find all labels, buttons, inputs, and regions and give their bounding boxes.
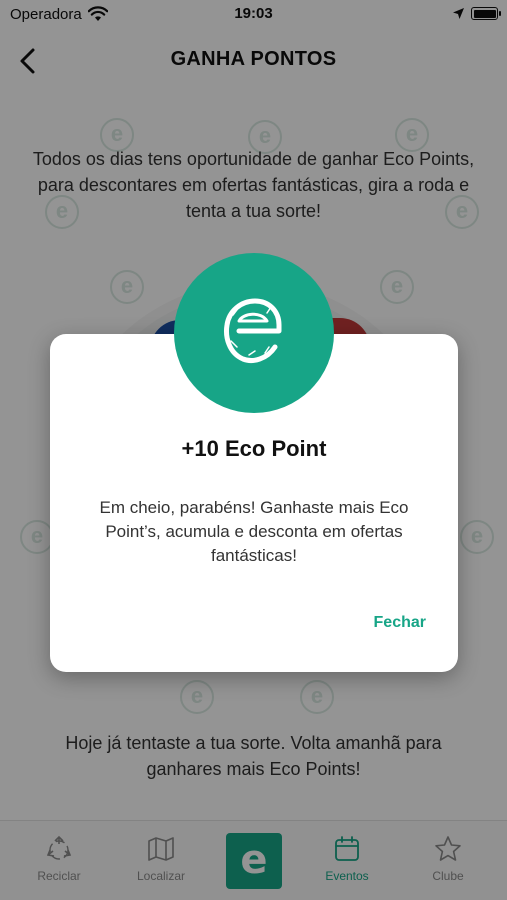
- app-screen: Operadora 19:03 GANHA PONTOS e e e e e e…: [0, 0, 507, 900]
- eco-logo-icon: [224, 298, 282, 363]
- reward-badge: [174, 253, 334, 413]
- dialog-title: +10 Eco Point: [181, 436, 327, 461]
- close-button[interactable]: Fechar: [374, 614, 426, 632]
- dialog-message: Em cheio, parabéns! Ganhaste mais Eco Po…: [99, 498, 409, 565]
